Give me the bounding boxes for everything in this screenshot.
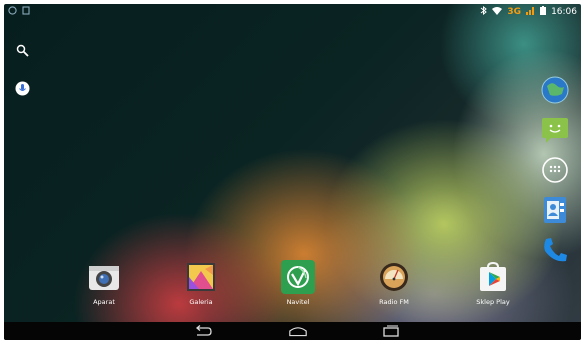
status-bar[interactable]: 3G 16:06 [4, 4, 581, 18]
radio-icon [377, 260, 411, 294]
mic-icon[interactable] [14, 80, 30, 96]
home-screen: 3G 16:06 Aparat Galeria Navitel Radio FM… [4, 4, 581, 340]
app-label: Radio FM [379, 298, 409, 306]
app-sklep-play[interactable]: Sklep Play [463, 260, 523, 306]
app-radio-fm[interactable]: Radio FM [364, 260, 424, 306]
back-icon[interactable] [193, 324, 213, 338]
app-label: Galeria [189, 298, 213, 306]
network-type: 3G [507, 7, 522, 17]
messaging-icon[interactable] [539, 114, 571, 146]
app-label: Sklep Play [476, 298, 510, 306]
camera-icon [87, 260, 121, 294]
navigation-bar [4, 322, 581, 340]
bluetooth-icon [480, 5, 488, 18]
app-galeria[interactable]: Galeria [171, 260, 231, 306]
contacts-icon[interactable] [539, 194, 571, 226]
app-navitel[interactable]: Navitel [268, 260, 328, 306]
navitel-icon [281, 260, 315, 294]
battery-icon [540, 6, 547, 18]
clock: 16:06 [551, 7, 577, 17]
wifi-icon [492, 6, 503, 18]
search-icon[interactable] [14, 42, 30, 58]
play-store-icon [476, 260, 510, 294]
recents-icon[interactable] [381, 324, 401, 338]
all-apps-icon[interactable] [539, 154, 571, 186]
home-icon[interactable] [288, 324, 308, 338]
gallery-icon [184, 260, 218, 294]
screenshot-icon [22, 6, 30, 18]
app-aparat[interactable]: Aparat [74, 260, 134, 306]
app-label: Navitel [286, 298, 310, 306]
app-label: Aparat [93, 298, 115, 306]
favorites-dock [539, 74, 571, 266]
signal-icon [526, 6, 535, 18]
browser-icon[interactable] [539, 74, 571, 106]
notification-icon [8, 6, 17, 18]
phone-icon[interactable] [539, 234, 571, 266]
